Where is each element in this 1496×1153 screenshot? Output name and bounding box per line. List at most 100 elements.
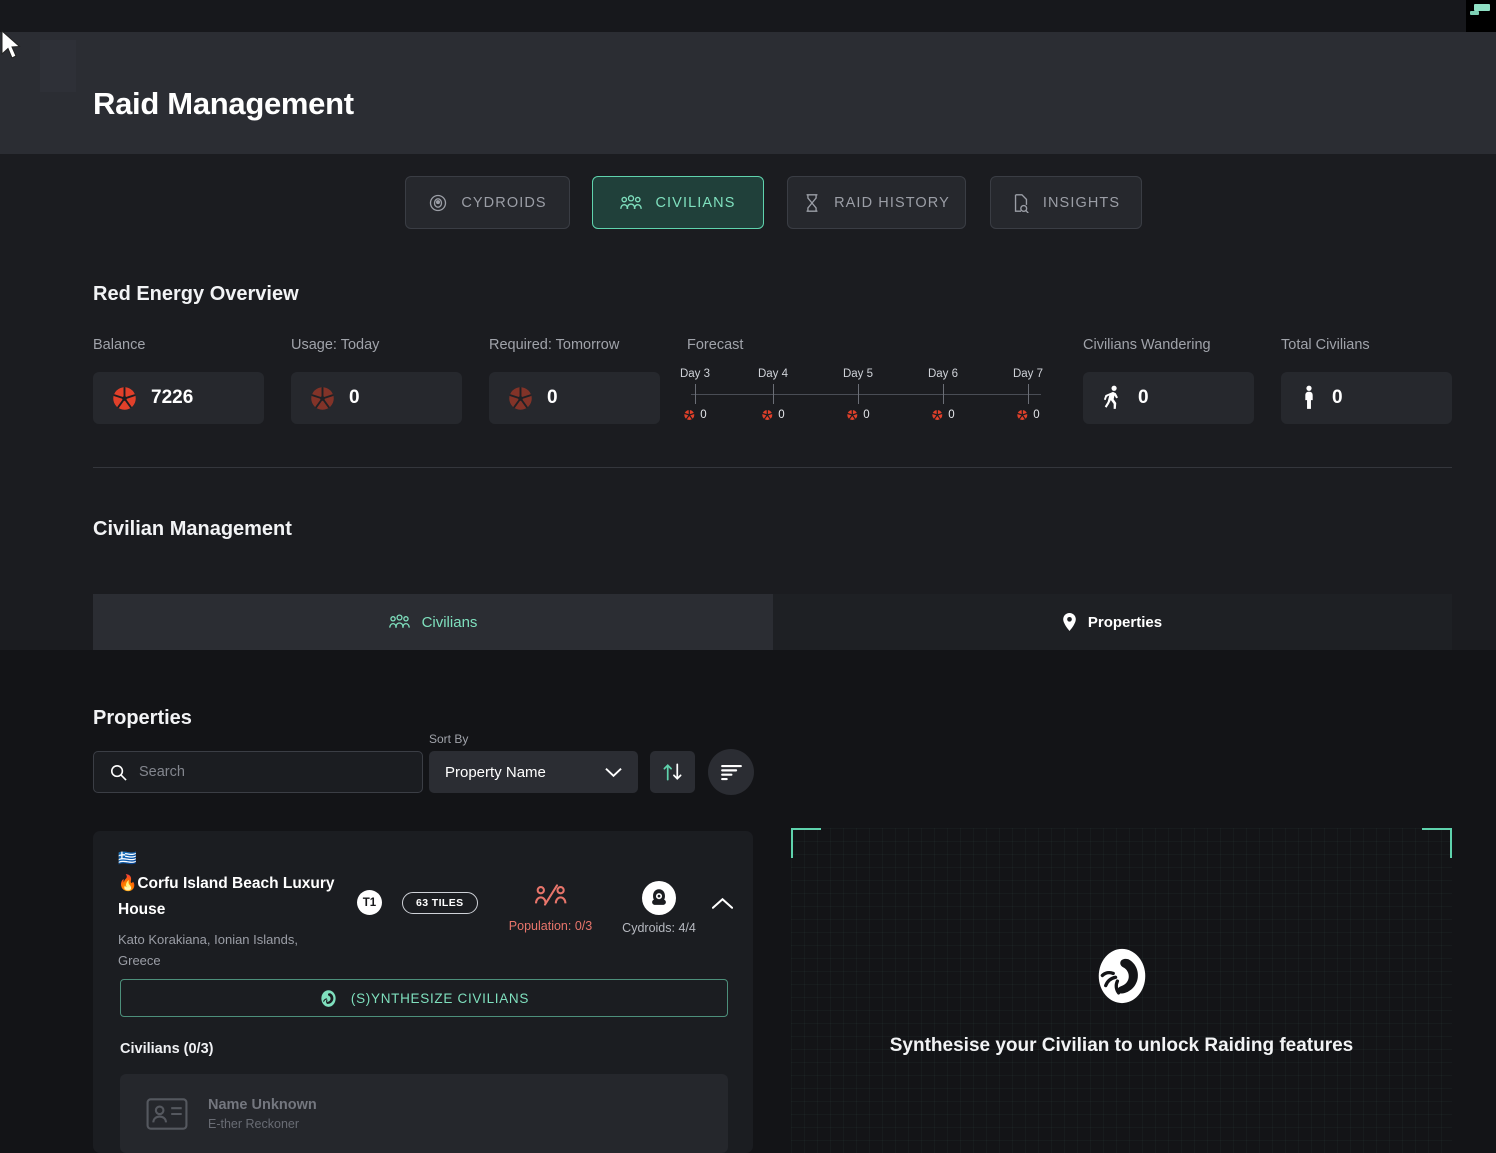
- chevron-up-icon: [711, 897, 733, 909]
- document-search-icon: [1014, 193, 1029, 213]
- embryo-icon: [321, 989, 336, 1007]
- top-right-teal-marker: [1474, 4, 1490, 11]
- stat-value-required-tomorrow: 0: [547, 387, 558, 408]
- page-title: Raid Management: [93, 86, 354, 121]
- cydroid-head-icon: [652, 889, 666, 905]
- property-fire-icon: 🔥: [118, 875, 138, 892]
- property-card[interactable]: 🇬🇷 🔥Corfu Island Beach Luxury House Kato…: [93, 831, 753, 1153]
- red-energy-icon: [113, 386, 136, 410]
- subtab-properties[interactable]: Properties: [773, 594, 1452, 650]
- stat-label-required-tomorrow: Required: Tomorrow: [489, 337, 620, 353]
- stat-value-civilians-wandering: 0: [1138, 387, 1149, 408]
- civilian-list-item-text: Name Unknown E-ther Reckoner: [208, 1097, 317, 1131]
- forecast-axis-line: [691, 394, 1041, 395]
- subtab-properties-label: Properties: [1087, 613, 1163, 631]
- forecast-day-2-tick: [858, 384, 859, 404]
- property-tiles-badge: 63 TILES: [402, 892, 478, 914]
- red-energy-icon: [932, 409, 943, 420]
- forecast-day-1-label: Day 4: [757, 368, 789, 380]
- forecast-day-4-label: Day 7: [1012, 368, 1044, 380]
- stat-card-civilians-wandering: 0: [1083, 372, 1254, 424]
- forecast-day-4-value-group: 0: [1016, 409, 1040, 421]
- stat-value-usage-today: 0: [349, 387, 360, 408]
- red-energy-icon: [762, 409, 773, 420]
- properties-title: Properties: [93, 707, 192, 729]
- property-name-text: Corfu Island Beach Luxury House: [118, 875, 335, 918]
- tab-insights[interactable]: INSIGHTS: [990, 176, 1142, 229]
- forecast-day-0-value: 0: [700, 409, 707, 421]
- civilian-management-title: Civilian Management: [93, 518, 292, 540]
- forecast-day-3: Day 6 0: [913, 368, 973, 421]
- stat-value-balance: 7226: [151, 387, 194, 408]
- civilians-count-heading: Civilians (0/3): [120, 1041, 214, 1057]
- empty-state-panel: Synthesise your Civilian to unlock Raidi…: [791, 828, 1452, 1153]
- property-collapse-button[interactable]: [708, 889, 736, 917]
- property-country-flag: 🇬🇷: [118, 850, 137, 867]
- filter-button[interactable]: [708, 749, 754, 795]
- search-placeholder: Search: [139, 764, 185, 780]
- forecast-label: Forecast: [687, 337, 744, 353]
- forecast-day-4-tick: [1028, 384, 1029, 404]
- page-header: Raid Management: [0, 32, 1496, 154]
- walking-person-icon: [1103, 385, 1118, 409]
- subtab-civilians-label: Civilians: [421, 613, 478, 631]
- civilian-list-item[interactable]: Name Unknown E-ther Reckoner: [120, 1074, 728, 1153]
- embryo-icon: [1098, 948, 1145, 1004]
- property-name: 🔥Corfu Island Beach Luxury House: [118, 871, 358, 922]
- forecast-day-1-tick: [773, 384, 774, 404]
- id-card-icon: [146, 1097, 188, 1130]
- stat-label-usage-today: Usage: Today: [291, 337, 380, 353]
- sort-by-selected-value: Property Name: [445, 763, 546, 781]
- property-population-group: Population: 0/3: [503, 883, 598, 933]
- forecast-day-3-tick: [943, 384, 944, 404]
- tab-cydroids-label: CYDROIDS: [461, 194, 547, 211]
- red-energy-icon: [1017, 409, 1028, 420]
- property-cydroids-label: Cydroids: 4/4: [622, 921, 696, 935]
- forecast-day-0-value-group: 0: [683, 409, 707, 421]
- properties-body: Properties Search Sort By Property Name: [0, 650, 1496, 1153]
- empty-state-message: Synthesise your Civilian to unlock Raidi…: [889, 1035, 1354, 1056]
- tab-cydroids[interactable]: CYDROIDS: [405, 176, 570, 229]
- stat-label-total-civilians: Total Civilians: [1281, 337, 1370, 353]
- forecast-day-1-value: 0: [778, 409, 785, 421]
- sort-by-select[interactable]: Property Name: [429, 751, 638, 793]
- sort-direction-button[interactable]: [650, 751, 695, 793]
- stat-card-usage-today: 0: [291, 372, 462, 424]
- tab-raid-history[interactable]: RAID HISTORY: [787, 176, 966, 229]
- tab-civilians[interactable]: CIVILIANS: [592, 176, 764, 229]
- forecast-day-2-label: Day 5: [842, 368, 874, 380]
- forecast-day-1: Day 4 0: [743, 368, 803, 421]
- stat-card-balance: 7226: [93, 372, 264, 424]
- forecast-day-2: Day 5 0: [828, 368, 888, 421]
- synthesize-civilians-button[interactable]: (S)YNTHESIZE CIVILIANS: [120, 979, 728, 1017]
- users-slash-icon: [534, 884, 566, 906]
- property-address: Kato Korakiana, Ionian Islands, Greece: [118, 932, 298, 969]
- forecast-day-0-label: Day 3: [679, 368, 711, 380]
- forecast-day-4: Day 7 0: [998, 368, 1058, 421]
- tab-civilians-label: CIVILIANS: [655, 194, 736, 211]
- stat-card-required-tomorrow: 0: [489, 372, 660, 424]
- stat-label-balance: Balance: [93, 337, 146, 353]
- forecast-day-1-value-group: 0: [761, 409, 785, 421]
- forecast-day-4-value: 0: [1033, 409, 1040, 421]
- filter-lines-icon: [720, 764, 742, 780]
- red-energy-icon: [684, 409, 695, 420]
- search-icon: [110, 764, 127, 781]
- standing-person-icon: [1305, 385, 1313, 409]
- forecast-day-3-label: Day 6: [927, 368, 959, 380]
- forecast-day-2-value-group: 0: [846, 409, 870, 421]
- top-strip: [0, 0, 1496, 32]
- red-energy-section-title: Red Energy Overview: [93, 283, 299, 305]
- people-group-icon: [620, 194, 643, 209]
- property-population-label: Population: 0/3: [508, 919, 593, 933]
- forecast-day-3-value: 0: [948, 409, 955, 421]
- main-tab-bar: CYDROIDS CIVILIANS RAID HISTORY INSIGHTS: [0, 176, 1496, 229]
- tab-insights-label: INSIGHTS: [1042, 194, 1121, 211]
- people-group-icon: [388, 614, 410, 628]
- search-input[interactable]: Search: [93, 751, 423, 793]
- subtab-civilians[interactable]: Civilians: [93, 594, 773, 650]
- cydroid-head-icon: [430, 194, 447, 211]
- civilian-role: E-ther Reckoner: [208, 1116, 300, 1131]
- hourglass-icon: [806, 193, 818, 212]
- tab-raid-history-label: RAID HISTORY: [834, 194, 950, 211]
